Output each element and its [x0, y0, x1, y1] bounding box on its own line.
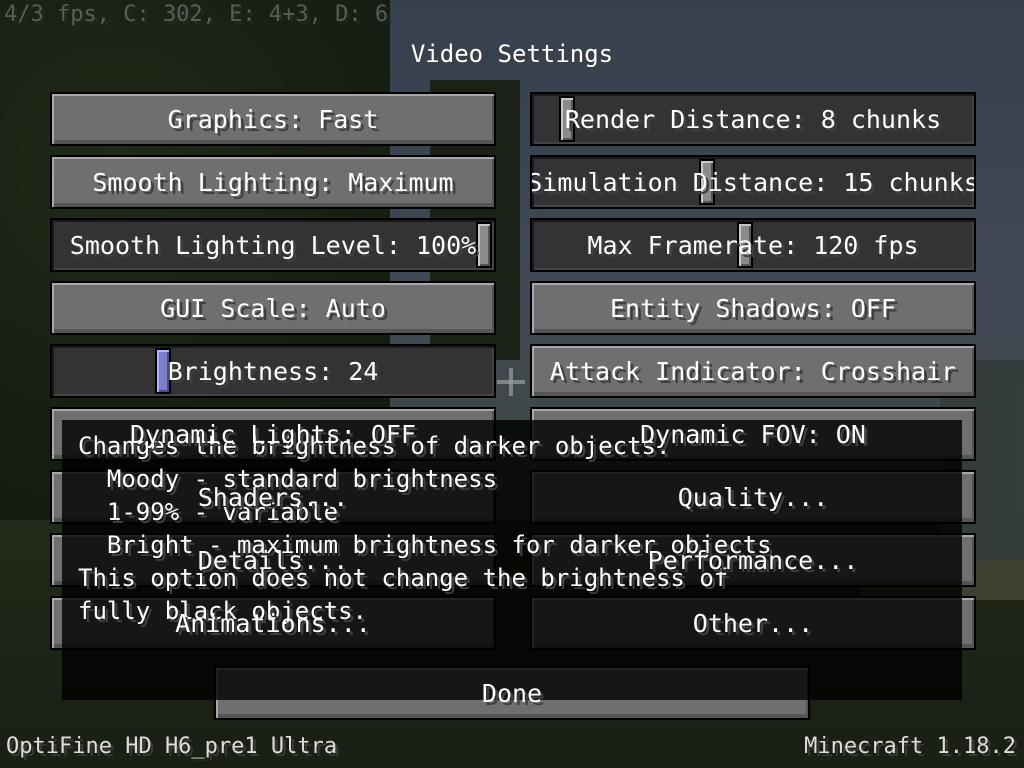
- max-framerate-label: Max Framerate: 120 fps: [587, 230, 919, 260]
- debug-overlay: 4/3 fps, C: 302, E: 4+3, D: 6: [4, 2, 389, 27]
- graphics-label: Graphics: Fast: [167, 104, 379, 134]
- animations-label: Animations...: [175, 608, 371, 638]
- smooth-lighting-label: Smooth Lighting: Maximum: [92, 167, 454, 197]
- brightness-slider[interactable]: Brightness: 24: [50, 344, 496, 398]
- done-label: Done: [481, 678, 543, 708]
- render-distance-slider[interactable]: Render Distance: 8 chunks: [530, 92, 976, 146]
- max-framerate-slider[interactable]: Max Framerate: 120 fps: [530, 218, 976, 272]
- attack-indicator-label: Attack Indicator: Crosshair: [549, 356, 957, 386]
- entity-shadows-button[interactable]: Entity Shadows: OFF: [530, 281, 976, 335]
- other-label: Other...: [692, 608, 814, 638]
- graphics-button[interactable]: Graphics: Fast: [50, 92, 496, 146]
- render-distance-label: Render Distance: 8 chunks: [564, 104, 942, 134]
- smooth-lighting-level-slider[interactable]: Smooth Lighting Level: 100%: [50, 218, 496, 272]
- simulation-distance-slider[interactable]: Simulation Distance: 15 chunks: [530, 155, 976, 209]
- gui-scale-button[interactable]: GUI Scale: Auto: [50, 281, 496, 335]
- attack-indicator-button[interactable]: Attack Indicator: Crosshair: [530, 344, 976, 398]
- gui-scale-label: GUI Scale: Auto: [160, 293, 386, 323]
- details-label: Details...: [197, 545, 349, 575]
- brightness-label: Brightness: 24: [167, 356, 379, 386]
- smooth-lighting-button[interactable]: Smooth Lighting: Maximum: [50, 155, 496, 209]
- simulation-distance-label: Simulation Distance: 15 chunks: [530, 167, 976, 197]
- performance-label: Performance...: [647, 545, 859, 575]
- page-title: Video Settings: [410, 40, 614, 68]
- minecraft-version: Minecraft 1.18.2: [804, 734, 1016, 759]
- dynamic-fov-label: Dynamic FOV: ON: [640, 419, 866, 449]
- shaders-label: Shaders...: [197, 482, 349, 512]
- slider-knob[interactable]: [476, 222, 492, 268]
- optifine-version: OptiFine HD H6_pre1 Ultra: [6, 734, 338, 759]
- dynamic-lights-label: Dynamic Lights: OFF: [130, 419, 416, 449]
- entity-shadows-label: Entity Shadows: OFF: [610, 293, 896, 323]
- crosshair-icon: [497, 368, 525, 396]
- quality-label: Quality...: [677, 482, 829, 512]
- smooth-lighting-level-label: Smooth Lighting Level: 100%: [69, 230, 477, 260]
